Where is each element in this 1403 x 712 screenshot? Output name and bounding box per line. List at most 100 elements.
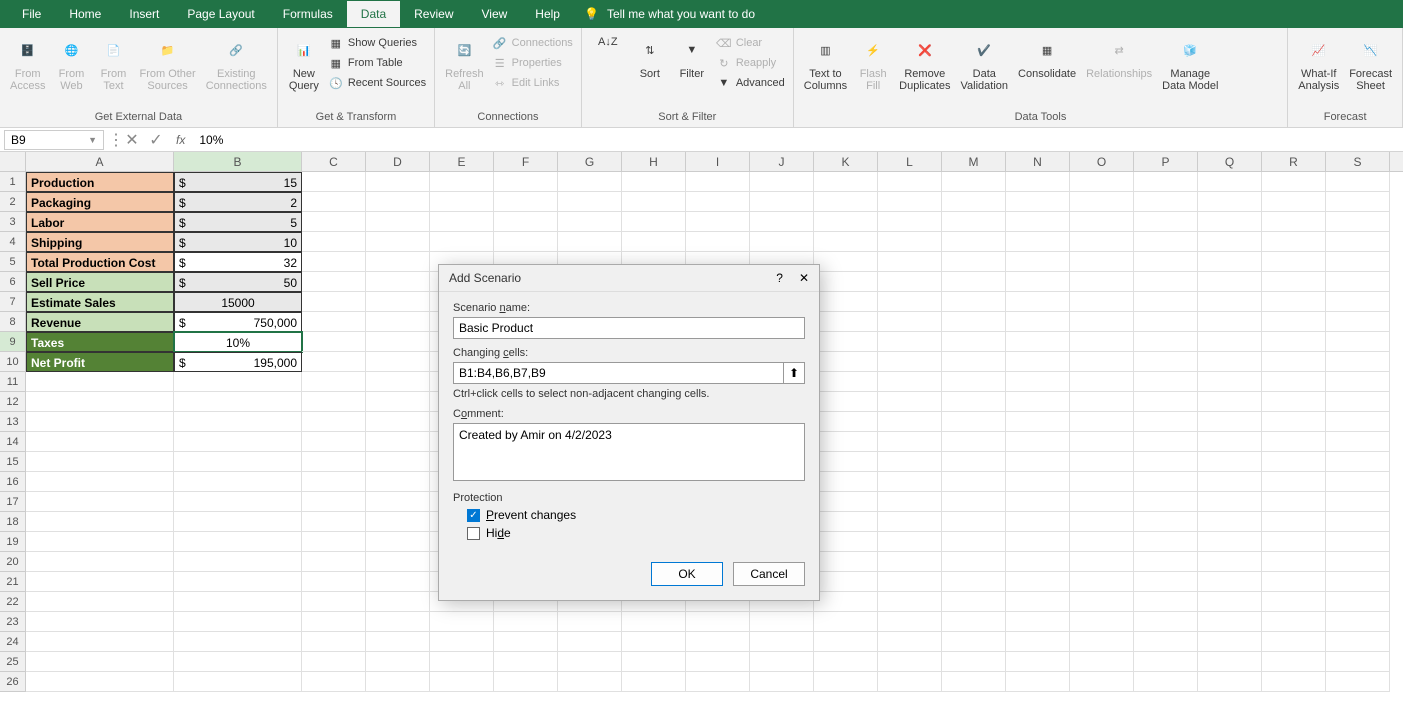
cell-S23[interactable] <box>1326 612 1390 632</box>
column-header-B[interactable]: B <box>174 152 302 171</box>
cell-D17[interactable] <box>366 492 430 512</box>
cell-K2[interactable] <box>814 192 878 212</box>
cell-C25[interactable] <box>302 652 366 672</box>
cell-D8[interactable] <box>366 312 430 332</box>
cell-N18[interactable] <box>1006 512 1070 532</box>
cell-G26[interactable] <box>558 672 622 692</box>
cell-K24[interactable] <box>814 632 878 652</box>
cell-S11[interactable] <box>1326 372 1390 392</box>
cell-B22[interactable] <box>174 592 302 612</box>
cell-K14[interactable] <box>814 432 878 452</box>
column-header-N[interactable]: N <box>1006 152 1070 171</box>
cell-E26[interactable] <box>430 672 494 692</box>
column-header-M[interactable]: M <box>942 152 1006 171</box>
menu-file[interactable]: File <box>8 1 55 27</box>
cell-Q15[interactable] <box>1198 452 1262 472</box>
cell-I2[interactable] <box>686 192 750 212</box>
cell-K3[interactable] <box>814 212 878 232</box>
cell-O2[interactable] <box>1070 192 1134 212</box>
column-header-A[interactable]: A <box>26 152 174 171</box>
cell-A13[interactable] <box>26 412 174 432</box>
cell-P1[interactable] <box>1134 172 1198 192</box>
cell-F25[interactable] <box>494 652 558 672</box>
cell-B1[interactable]: $15 <box>174 172 302 192</box>
cell-R23[interactable] <box>1262 612 1326 632</box>
cell-S1[interactable] <box>1326 172 1390 192</box>
cell-R3[interactable] <box>1262 212 1326 232</box>
cell-B17[interactable] <box>174 492 302 512</box>
cell-D12[interactable] <box>366 392 430 412</box>
cell-P15[interactable] <box>1134 452 1198 472</box>
cell-C21[interactable] <box>302 572 366 592</box>
cell-B5[interactable]: $32 <box>174 252 302 272</box>
cell-O3[interactable] <box>1070 212 1134 232</box>
cell-S15[interactable] <box>1326 452 1390 472</box>
cell-J4[interactable] <box>750 232 814 252</box>
cell-C13[interactable] <box>302 412 366 432</box>
cell-Q9[interactable] <box>1198 332 1262 352</box>
cell-S19[interactable] <box>1326 532 1390 552</box>
cell-R19[interactable] <box>1262 532 1326 552</box>
column-header-P[interactable]: P <box>1134 152 1198 171</box>
cell-I1[interactable] <box>686 172 750 192</box>
cell-M13[interactable] <box>942 412 1006 432</box>
column-header-G[interactable]: G <box>558 152 622 171</box>
cell-K22[interactable] <box>814 592 878 612</box>
cell-E3[interactable] <box>430 212 494 232</box>
show-queries-button[interactable]: ▦Show Queries <box>326 34 428 52</box>
menu-review[interactable]: Review <box>400 1 467 27</box>
cell-M23[interactable] <box>942 612 1006 632</box>
cell-B10[interactable]: $195,000 <box>174 352 302 372</box>
cell-M16[interactable] <box>942 472 1006 492</box>
cell-P4[interactable] <box>1134 232 1198 252</box>
remove-duplicates-button[interactable]: ❌Remove Duplicates <box>895 32 954 94</box>
cell-D11[interactable] <box>366 372 430 392</box>
column-header-L[interactable]: L <box>878 152 942 171</box>
cell-O22[interactable] <box>1070 592 1134 612</box>
cell-D25[interactable] <box>366 652 430 672</box>
cell-N12[interactable] <box>1006 392 1070 412</box>
cell-S24[interactable] <box>1326 632 1390 652</box>
cell-O14[interactable] <box>1070 432 1134 452</box>
cell-L15[interactable] <box>878 452 942 472</box>
cell-M21[interactable] <box>942 572 1006 592</box>
cell-P25[interactable] <box>1134 652 1198 672</box>
cell-K8[interactable] <box>814 312 878 332</box>
cell-N3[interactable] <box>1006 212 1070 232</box>
row-header-6[interactable]: 6 <box>0 272 26 292</box>
column-header-S[interactable]: S <box>1326 152 1390 171</box>
cell-A9[interactable]: Taxes <box>26 332 174 352</box>
cell-G24[interactable] <box>558 632 622 652</box>
from-web-button[interactable]: 🌐From Web <box>51 32 91 94</box>
cell-R4[interactable] <box>1262 232 1326 252</box>
row-header-13[interactable]: 13 <box>0 412 26 432</box>
cell-P23[interactable] <box>1134 612 1198 632</box>
cell-M19[interactable] <box>942 532 1006 552</box>
cell-B20[interactable] <box>174 552 302 572</box>
cell-R5[interactable] <box>1262 252 1326 272</box>
cell-D16[interactable] <box>366 472 430 492</box>
row-header-21[interactable]: 21 <box>0 572 26 592</box>
cell-O25[interactable] <box>1070 652 1134 672</box>
cell-P13[interactable] <box>1134 412 1198 432</box>
cell-H26[interactable] <box>622 672 686 692</box>
cell-S5[interactable] <box>1326 252 1390 272</box>
cell-A15[interactable] <box>26 452 174 472</box>
from-text-button[interactable]: 📄From Text <box>93 32 133 94</box>
cell-picker-button[interactable]: ⬆ <box>783 362 805 384</box>
cell-K10[interactable] <box>814 352 878 372</box>
cell-Q16[interactable] <box>1198 472 1262 492</box>
row-header-26[interactable]: 26 <box>0 672 26 692</box>
cell-C3[interactable] <box>302 212 366 232</box>
cell-M12[interactable] <box>942 392 1006 412</box>
dialog-titlebar[interactable]: Add Scenario ? ✕ <box>439 265 819 292</box>
row-header-16[interactable]: 16 <box>0 472 26 492</box>
cell-A20[interactable] <box>26 552 174 572</box>
cell-Q13[interactable] <box>1198 412 1262 432</box>
cell-O7[interactable] <box>1070 292 1134 312</box>
cell-Q14[interactable] <box>1198 432 1262 452</box>
cell-A4[interactable]: Shipping <box>26 232 174 252</box>
cell-K21[interactable] <box>814 572 878 592</box>
cell-B12[interactable] <box>174 392 302 412</box>
cell-L20[interactable] <box>878 552 942 572</box>
